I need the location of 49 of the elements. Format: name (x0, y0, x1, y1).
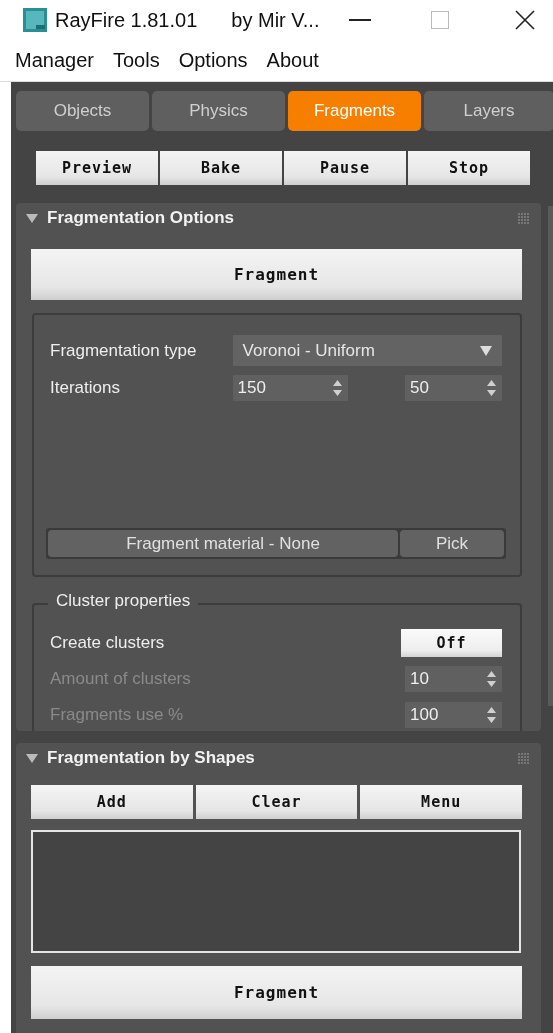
app-icon (23, 8, 47, 32)
grip-icon (518, 752, 529, 764)
group-title: Cluster properties (48, 591, 199, 611)
spinner-value: 100 (410, 705, 439, 725)
toolbar-button[interactable]: Preview (36, 151, 158, 185)
tab[interactable]: Layers (424, 91, 553, 131)
fragment-button[interactable]: Fragment (31, 249, 522, 300)
spinner-value: 50 (410, 378, 429, 398)
field-label: Fragmentation type (50, 340, 198, 361)
shape-button[interactable]: Clear (195, 785, 358, 819)
field-label: Fragments use % (50, 705, 184, 725)
pick-button[interactable]: Pick (400, 530, 504, 557)
window-subtitle: by Mir V... (231, 8, 320, 32)
maximize-icon (431, 11, 449, 29)
toolbar-button[interactable]: Pause (284, 151, 406, 185)
field-label: Create clusters (50, 633, 165, 653)
minimize-icon (349, 19, 371, 21)
material-button[interactable]: Fragment material - None (48, 530, 398, 557)
menu-item[interactable]: Options (178, 49, 248, 72)
shape-list[interactable] (31, 830, 521, 953)
tab[interactable]: Physics (152, 91, 285, 131)
dropdown-value: Voronoi - Uniform (242, 340, 375, 361)
field-label: Iterations (50, 378, 121, 398)
rollout-title[interactable]: Fragmentation Options (47, 208, 234, 228)
shape-button[interactable]: Menu (360, 785, 522, 819)
fragment-button[interactable]: Fragment (31, 966, 522, 1019)
spinner-arrows-icon (487, 671, 496, 687)
dropdown[interactable]: Voronoi - Uniform (232, 335, 502, 366)
spinner-value: 10 (410, 669, 429, 689)
spinner-arrows-icon (487, 380, 496, 396)
close-icon (515, 10, 535, 30)
menu-item[interactable]: Manager (15, 49, 94, 72)
rollout-title[interactable]: Fragmentation by Shapes (47, 748, 255, 768)
toggle-button[interactable]: Off (401, 629, 502, 657)
grip-icon (518, 212, 529, 224)
dropdown-arrow-icon (480, 345, 492, 356)
spinner-field[interactable]: 150 (232, 375, 348, 401)
spinner-arrows-icon (487, 707, 496, 723)
spinner-value: 150 (237, 378, 266, 398)
shape-button[interactable]: Add (31, 785, 193, 819)
toolbar-button[interactable]: Stop (408, 151, 530, 185)
menu-item[interactable]: Tools (112, 49, 160, 72)
window-title: RayFire 1.81.01 (55, 8, 198, 32)
tab[interactable]: Objects (16, 91, 149, 131)
field-label: Amount of clusters (50, 669, 191, 689)
toolbar-button[interactable]: Bake (160, 151, 282, 185)
spinner-arrows-icon (332, 380, 342, 396)
spinner-field[interactable]: 50 (405, 375, 502, 401)
menu-item[interactable]: About (266, 49, 319, 72)
